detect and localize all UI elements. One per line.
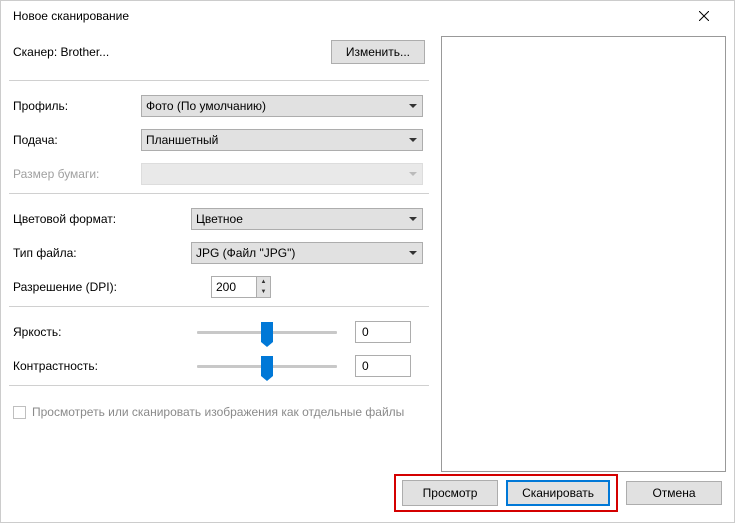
spinner-down-icon[interactable]: ▼ <box>257 287 270 297</box>
divider <box>9 306 429 307</box>
divider <box>9 193 429 194</box>
change-scanner-button[interactable]: Изменить... <box>331 40 425 64</box>
brightness-slider[interactable] <box>197 321 337 343</box>
resolution-spinner[interactable]: ▲ ▼ <box>211 276 271 298</box>
window-title: Новое сканирование <box>13 9 682 23</box>
divider <box>9 385 429 386</box>
profile-label: Профиль: <box>13 99 141 113</box>
preview-area <box>441 36 726 472</box>
color-format-select[interactable]: Цветное <box>191 208 423 230</box>
footer: Просмотр Сканировать Отмена <box>9 472 726 514</box>
profile-select[interactable]: Фото (По умолчанию) <box>141 95 423 117</box>
brightness-label: Яркость: <box>13 325 141 339</box>
contrast-slider[interactable] <box>197 355 337 377</box>
close-icon <box>699 11 709 21</box>
highlight-annotation: Просмотр Сканировать <box>394 474 618 512</box>
feed-label: Подача: <box>13 133 141 147</box>
contrast-label: Контрастность: <box>13 359 141 373</box>
brightness-value[interactable] <box>355 321 411 343</box>
scan-button[interactable]: Сканировать <box>506 480 610 506</box>
slider-thumb-icon[interactable] <box>261 322 273 342</box>
title-bar: Новое сканирование <box>1 1 734 30</box>
color-format-label: Цветовой формат: <box>13 212 141 226</box>
contrast-value[interactable] <box>355 355 411 377</box>
divider <box>9 80 429 81</box>
resolution-input[interactable] <box>212 277 256 297</box>
separate-files-checkbox <box>13 406 26 419</box>
settings-pane: Сканер: Brother... Изменить... Профиль: … <box>9 34 429 472</box>
spinner-up-icon[interactable]: ▲ <box>257 277 270 287</box>
paper-size-label: Размер бумаги: <box>13 167 141 181</box>
slider-thumb-icon[interactable] <box>261 356 273 376</box>
scan-dialog: Новое сканирование Сканер: Brother... Из… <box>0 0 735 523</box>
separate-files-label: Просмотреть или сканировать изображения … <box>32 404 404 420</box>
close-button[interactable] <box>682 2 726 30</box>
cancel-button[interactable]: Отмена <box>626 481 722 505</box>
resolution-label: Разрешение (DPI): <box>13 280 141 294</box>
feed-select[interactable]: Планшетный <box>141 129 423 151</box>
file-type-select[interactable]: JPG (Файл "JPG") <box>191 242 423 264</box>
scanner-label: Сканер: Brother... <box>13 45 109 59</box>
paper-size-select <box>141 163 423 185</box>
preview-button[interactable]: Просмотр <box>402 480 498 506</box>
file-type-label: Тип файла: <box>13 246 141 260</box>
